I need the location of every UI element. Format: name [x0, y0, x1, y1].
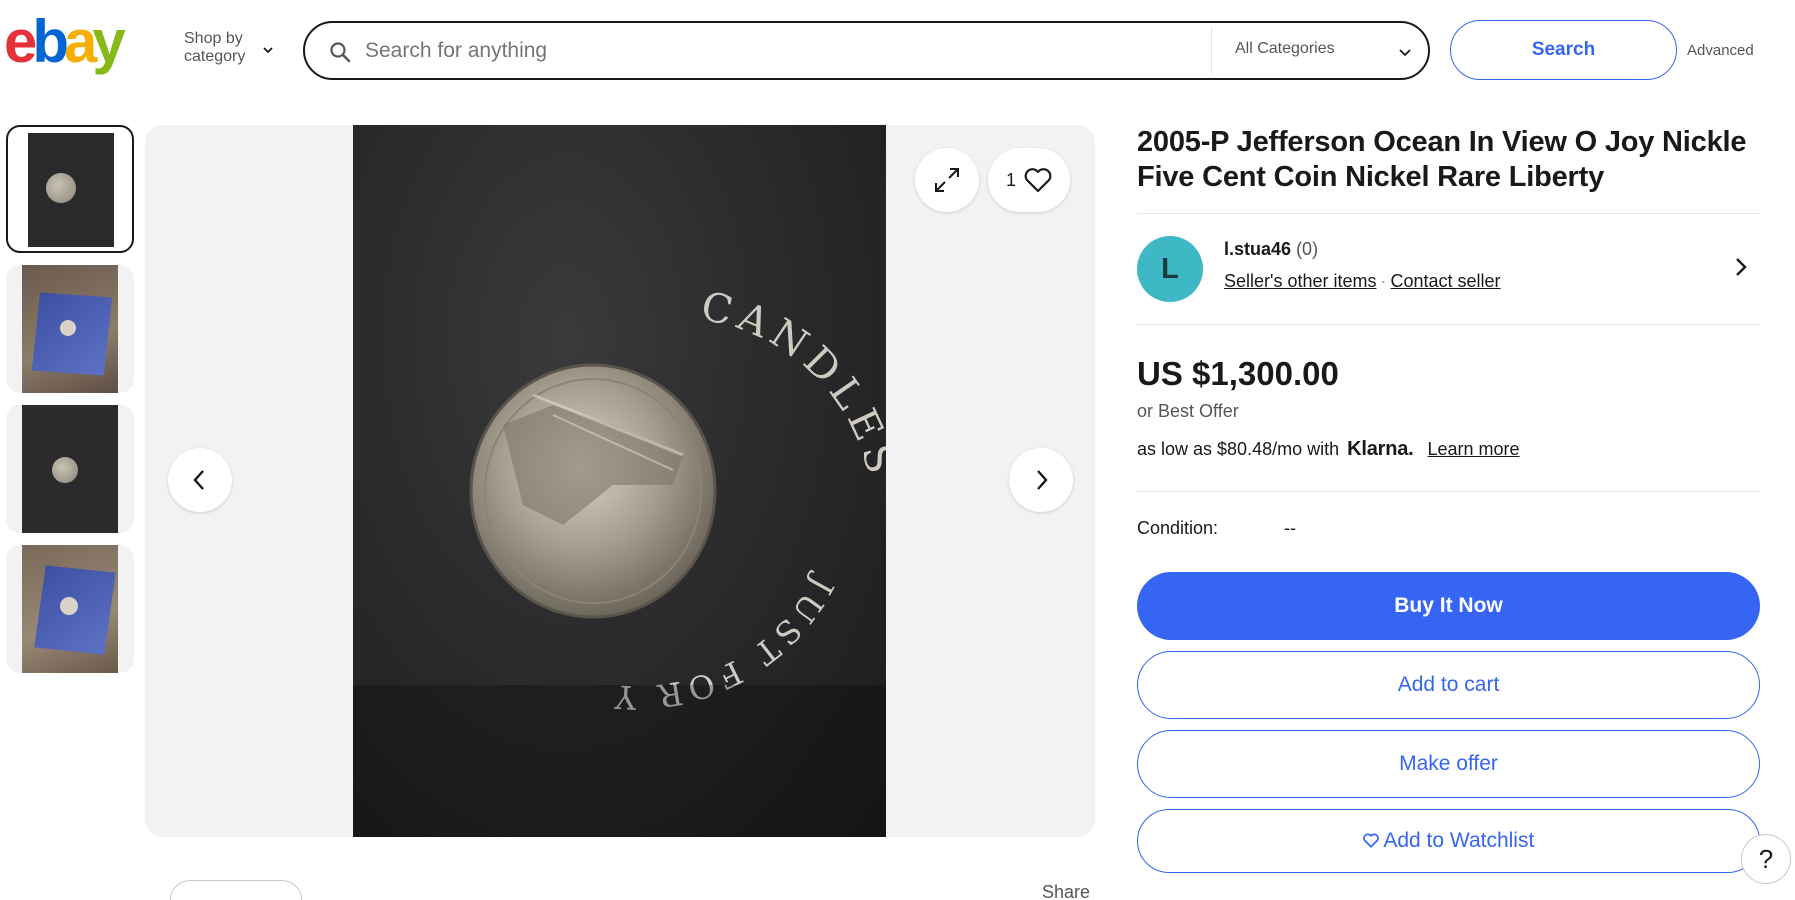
advanced-search-link[interactable]: Advanced	[1687, 42, 1754, 59]
partial-pill-button[interactable]	[170, 880, 302, 900]
thumbnail-image	[22, 265, 118, 393]
seller-card[interactable]: L l.stua46 (0) Seller's other items · Cont…	[1137, 214, 1760, 324]
search-divider	[1211, 27, 1212, 74]
seller-links: Seller's other items · Contact seller	[1224, 271, 1501, 292]
next-image-button[interactable]	[1009, 448, 1073, 512]
photo-text-top: CANDLES	[697, 283, 886, 484]
thumbnail-4[interactable]	[6, 545, 134, 673]
condition-label: Condition:	[1137, 518, 1219, 538]
seller-other-items-link[interactable]: Seller's other items	[1224, 271, 1377, 291]
thumbnail-1[interactable]	[6, 125, 134, 253]
logo-letter-b: b	[32, 12, 67, 75]
search-bar: All Categories	[303, 21, 1430, 80]
thumbnail-image	[22, 405, 118, 533]
item-price: US $1,300.00	[1137, 355, 1339, 392]
seller-feedback-count: (0)	[1296, 239, 1319, 259]
thumbnail-image	[28, 133, 114, 247]
search-button[interactable]: Search	[1450, 20, 1677, 80]
learn-more-link[interactable]: Learn more	[1428, 439, 1520, 460]
klarna-logo: Klarna.	[1347, 438, 1414, 460]
heart-icon	[1362, 833, 1379, 848]
previous-image-button[interactable]	[168, 448, 232, 512]
expand-icon	[935, 168, 959, 192]
financing-row: as low as $80.48/mo with Klarna. Learn m…	[1137, 438, 1760, 461]
condition-value: --	[1284, 518, 1296, 538]
divider	[1137, 324, 1760, 325]
watch-count-button[interactable]: 1	[988, 148, 1070, 212]
chevron-left-icon	[193, 470, 204, 490]
ebay-logo[interactable]: ebay	[4, 12, 164, 78]
seller-name[interactable]: l.stua46	[1224, 239, 1291, 259]
seller-avatar: L	[1137, 236, 1203, 302]
add-to-watchlist-label: Add to Watchlist	[1383, 829, 1535, 852]
category-select[interactable]: All Categories	[1235, 40, 1335, 58]
separator-dot: ·	[1380, 271, 1387, 291]
expand-button[interactable]	[915, 148, 979, 212]
best-offer-label: or Best Offer	[1137, 401, 1239, 421]
buy-it-now-button[interactable]: Buy It Now	[1137, 572, 1760, 640]
item-title: 2005-P Jefferson Ocean In View O Joy Nic…	[1137, 126, 1747, 193]
help-button[interactable]: ?	[1741, 834, 1791, 884]
svg-text:CANDLES: CANDLES	[697, 283, 886, 484]
add-to-watchlist-button[interactable]: Add to Watchlist	[1137, 809, 1760, 873]
item-details-panel: 2005-P Jefferson Ocean In View O Joy Nic…	[1137, 125, 1760, 873]
thumbnail-3[interactable]	[6, 405, 134, 533]
condition-row: Condition: --	[1137, 518, 1760, 558]
chevron-right-icon	[1037, 470, 1048, 490]
contact-seller-link[interactable]: Contact seller	[1391, 271, 1501, 291]
financing-text: as low as $80.48/mo with	[1137, 439, 1340, 459]
seller-name-row: l.stua46 (0)	[1224, 239, 1318, 260]
chevron-down-icon	[1399, 49, 1411, 57]
logo-letter-e: e	[4, 12, 36, 75]
chevron-right-icon[interactable]	[1732, 256, 1750, 278]
thumbnail-image	[22, 545, 118, 673]
svg-text:ebay: ebay	[4, 12, 126, 75]
share-link[interactable]: Share	[1042, 882, 1090, 900]
search-input[interactable]	[365, 33, 1185, 69]
image-gallery: CANDLES JUST FOR YOU 1	[145, 125, 1095, 837]
search-icon	[330, 42, 351, 63]
chevron-down-icon	[263, 47, 273, 54]
heart-icon	[1024, 168, 1052, 193]
add-to-cart-button[interactable]: Add to cart	[1137, 651, 1760, 719]
thumbnail-2[interactable]	[6, 265, 134, 393]
make-offer-button[interactable]: Make offer	[1137, 730, 1760, 798]
watch-count: 1	[1005, 169, 1016, 190]
coin-photo: CANDLES JUST FOR YOU	[353, 125, 886, 837]
logo-letter-y: y	[92, 12, 126, 75]
shop-by-category-button[interactable]: Shop by category	[184, 30, 284, 66]
main-product-image[interactable]: CANDLES JUST FOR YOU	[353, 125, 886, 837]
divider	[1137, 491, 1760, 492]
